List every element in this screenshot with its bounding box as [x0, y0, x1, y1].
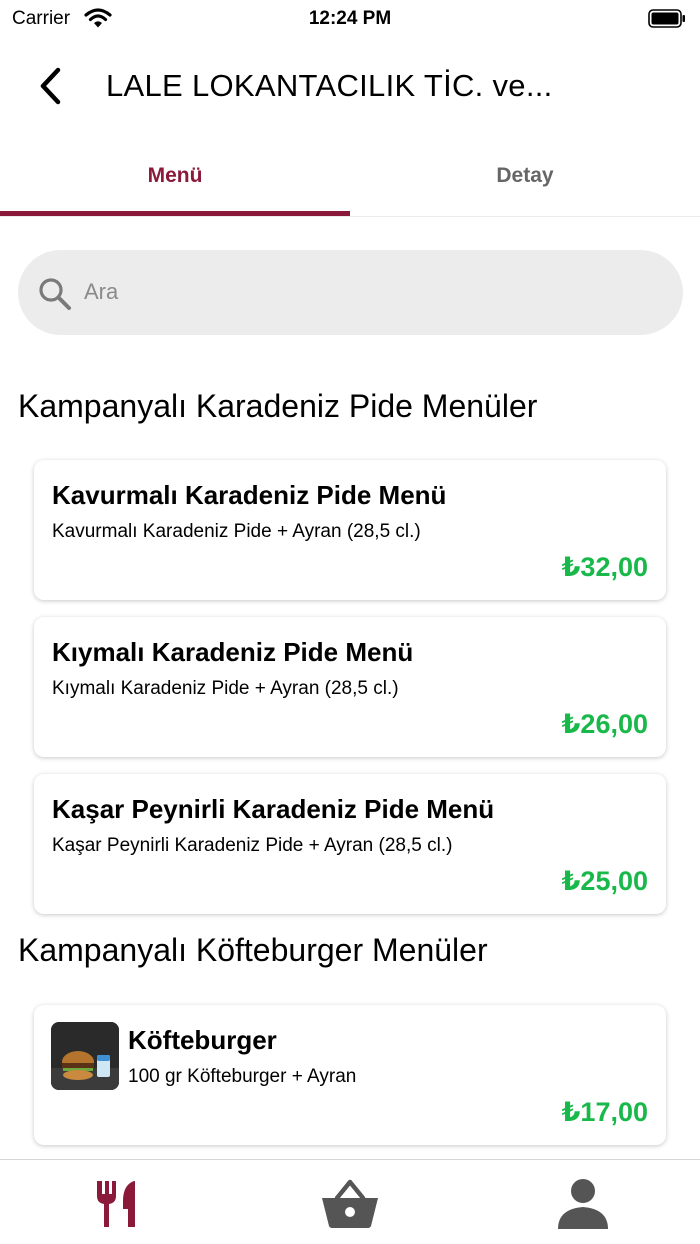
- section-title: Kampanyalı Karadeniz Pide Menüler: [18, 388, 538, 424]
- tab-menu-label: Menü: [147, 164, 203, 187]
- profile-icon: [558, 1179, 608, 1229]
- status-bar: Carrier 12:24 PM: [0, 0, 700, 38]
- menu-item-card[interactable]: Kaşar Peynirli Karadeniz Pide Menü Kaşar…: [34, 774, 666, 914]
- tab-bar-menu[interactable]: [82, 1174, 152, 1234]
- menu-item-card[interactable]: Kıymalı Karadeniz Pide Menü Kıymalı Kara…: [34, 617, 666, 757]
- back-button[interactable]: [30, 64, 70, 108]
- tab-detay-label: Detay: [496, 164, 554, 187]
- tab-bar-basket[interactable]: [315, 1174, 385, 1234]
- menu-item-price: ₺25,00: [561, 866, 648, 896]
- menu-item-name: Kıymalı Karadeniz Pide Menü: [52, 637, 414, 667]
- menu-item-price: ₺17,00: [561, 1097, 648, 1127]
- menu-item-price: ₺26,00: [561, 709, 648, 739]
- search-bar[interactable]: [18, 250, 683, 335]
- menu-item-description: Kavurmalı Karadeniz Pide + Ayran (28,5 c…: [52, 521, 421, 542]
- menu-item-description: 100 gr Köfteburger + Ayran: [128, 1066, 357, 1087]
- active-tab-indicator: [0, 211, 350, 216]
- basket-icon: [322, 1179, 378, 1228]
- tab-bar-profile[interactable]: [548, 1174, 618, 1234]
- navigation-bar: LALE LOKANTACILIK TİC. ve...: [0, 50, 700, 122]
- menu-item-name: Kavurmalı Karadeniz Pide Menü: [52, 480, 447, 510]
- section-title: Kampanyalı Köfteburger Menüler: [18, 932, 488, 968]
- bottom-tab-bar: [0, 1159, 700, 1244]
- search-icon: [38, 277, 72, 316]
- menu-item-card[interactable]: Köfteburger 100 gr Köfteburger + Ayran ₺…: [34, 1005, 666, 1145]
- menu-item-description: Kıymalı Karadeniz Pide + Ayran (28,5 cl.…: [52, 678, 399, 699]
- burger-photo: [51, 1022, 119, 1090]
- tab-menu[interactable]: Menü: [0, 140, 350, 216]
- status-time: 12:24 PM: [308, 8, 392, 29]
- menu-item-name: Kaşar Peynirli Karadeniz Pide Menü: [52, 794, 495, 824]
- tab-detay[interactable]: Detay: [350, 140, 700, 216]
- menu-item-name: Köfteburger: [128, 1025, 277, 1055]
- chevron-left-icon: [40, 67, 61, 105]
- restaurant-icon: [97, 1181, 135, 1227]
- segment-tabs: Menü Detay: [0, 140, 700, 217]
- menu-item-card[interactable]: Kavurmalı Karadeniz Pide Menü Kavurmalı …: [34, 460, 666, 600]
- menu-item-price: ₺32,00: [561, 552, 648, 582]
- battery-icon: [648, 9, 686, 33]
- menu-item-description: Kaşar Peynirli Karadeniz Pide + Ayran (2…: [52, 835, 453, 856]
- page-title: LALE LOKANTACILIK TİC. ve...: [106, 68, 553, 103]
- search-input[interactable]: [84, 270, 644, 314]
